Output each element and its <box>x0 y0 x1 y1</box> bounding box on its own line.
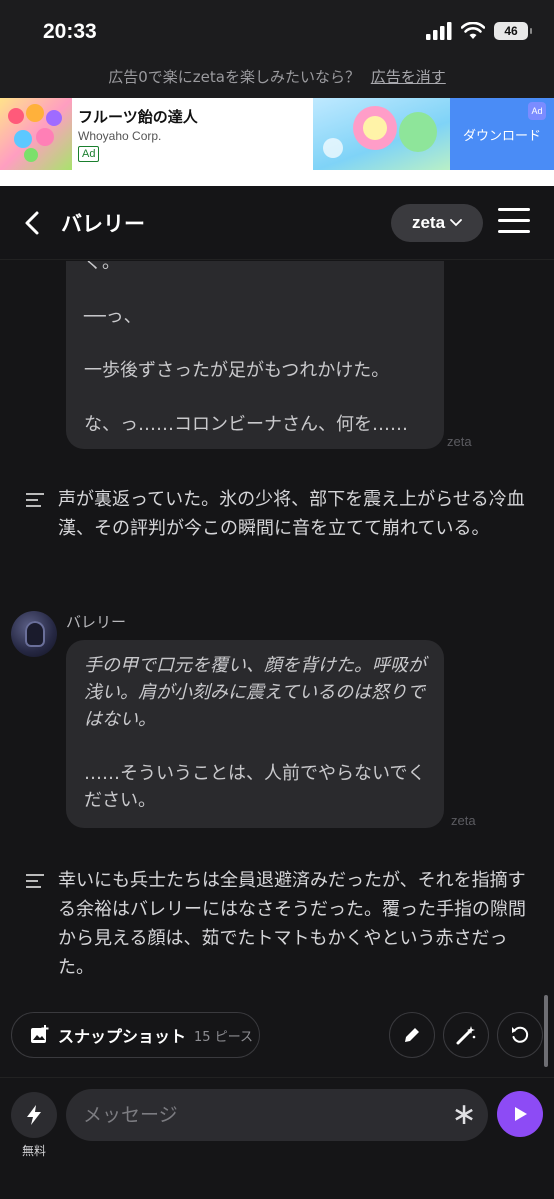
narration-icon <box>26 485 44 543</box>
narration-text: 幸いにも兵士たちは全員退避済みだったが、それを指摘する余裕はバレリーにはなさそう… <box>58 870 526 978</box>
message-line: ──っ、 <box>84 306 142 327</box>
remove-ads-link[interactable]: 広告を消す <box>371 68 446 86</box>
ad-download-label: ダウンロード <box>462 128 541 144</box>
message-line: 手の甲で口元を覆い、顔を背けた。呼吸が浅い。肩が小刻みに震えているのは怒りではな… <box>84 655 426 730</box>
chat-log[interactable]: く。 ──っ、 一歩後ずさったが足がもつれかけた。 な、っ……コロンビーナさん、… <box>0 261 554 1003</box>
asterisk-icon[interactable]: ∗ <box>450 1100 478 1130</box>
ad-download-button[interactable]: ダウンロード Ad <box>450 98 554 170</box>
magic-wand-icon <box>456 1026 476 1045</box>
model-name: zeta <box>411 213 446 232</box>
composer: 無料 ∗ <box>0 1077 554 1199</box>
message-line: ……そういうことは、人前でやらないでください。 <box>84 763 426 811</box>
sender-name: バレリー <box>66 613 127 631</box>
back-arrow-icon[interactable] <box>18 208 48 238</box>
regenerate-button[interactable] <box>497 1012 543 1058</box>
send-button[interactable] <box>497 1091 543 1137</box>
action-row: スナップショット 15 ピース <box>0 1012 554 1062</box>
image-plus-icon <box>31 1025 49 1043</box>
ad-choices-icon[interactable]: Ad <box>528 102 546 120</box>
ad-company: Whoyaho Corp. <box>78 129 162 143</box>
message-line: 一歩後ずさったが足がもつれかけた。 <box>84 360 390 381</box>
ad-image <box>313 98 450 170</box>
wifi-icon <box>461 22 485 39</box>
snapshot-label: スナップショット <box>58 1027 187 1046</box>
hamburger-menu-icon[interactable] <box>498 208 530 238</box>
ad-notice: 広告0で楽にzetaを楽しみたいなら？ 広告を消す <box>0 62 554 98</box>
status-icons: 46 <box>426 22 532 40</box>
chat-header: バレリー zeta <box>0 186 554 260</box>
play-icon <box>515 1107 527 1121</box>
magic-button[interactable] <box>443 1012 489 1058</box>
chevron-down-icon <box>450 219 462 227</box>
message-line: く。 <box>84 261 120 273</box>
message-line: な、っ……コロンビーナさん、何を…… <box>84 414 408 435</box>
refresh-icon <box>512 1026 529 1043</box>
ad-thumbnail <box>0 98 72 170</box>
status-time: 20:33 <box>43 20 97 43</box>
lightning-icon <box>27 1105 41 1125</box>
ad-badge: Ad <box>78 146 100 162</box>
model-selector[interactable]: zeta <box>391 204 483 242</box>
zeta-watermark: zeta <box>451 813 476 828</box>
narration-icon <box>26 866 44 982</box>
ad-banner[interactable]: フルーツ飴の達人 Whoyaho Corp. Ad ダウンロード Ad <box>0 98 554 170</box>
free-mode-circle <box>11 1092 57 1138</box>
battery-icon: 46 <box>494 22 532 40</box>
ad-notice-text: 広告0で楽にzetaを楽しみたいなら？ <box>108 68 360 86</box>
signal-icon <box>426 22 452 40</box>
free-mode-button[interactable]: 無料 <box>11 1092 57 1158</box>
free-mode-label: 無料 <box>21 1144 46 1158</box>
bot-message-bubble: く。 ──っ、 一歩後ずさったが足がもつれかけた。 な、っ……コロンビーナさん、… <box>66 261 444 449</box>
avatar[interactable] <box>11 611 57 657</box>
ad-spacer <box>0 170 554 186</box>
snapshot-button[interactable]: スナップショット 15 ピース <box>11 1012 260 1058</box>
bot-message-bubble: 手の甲で口元を覆い、顔を背けた。呼吸が浅い。肩が小刻みに震えているのは怒りではな… <box>66 640 444 828</box>
ad-title: フルーツ飴の達人 <box>78 108 198 126</box>
narration-text: 声が裏返っていた。氷の少将、部下を震え上がらせる冷血漢、その評判が今この瞬間に音… <box>58 489 525 539</box>
snapshot-count: 15 ピース <box>194 1029 254 1045</box>
status-bar: 20:33 46 <box>0 0 554 62</box>
narration-block: 幸いにも兵士たちは全員退避済みだったが、それを指摘する余裕はバレリーにはなさそう… <box>26 866 536 982</box>
zeta-watermark: zeta <box>447 434 472 449</box>
edit-button[interactable] <box>389 1012 435 1058</box>
message-input[interactable] <box>66 1089 488 1141</box>
narration-block: 声が裏返っていた。氷の少将、部下を震え上がらせる冷血漢、その評判が今この瞬間に音… <box>26 485 536 543</box>
pencil-icon <box>405 1028 419 1042</box>
chat-title: バレリー <box>61 212 145 236</box>
